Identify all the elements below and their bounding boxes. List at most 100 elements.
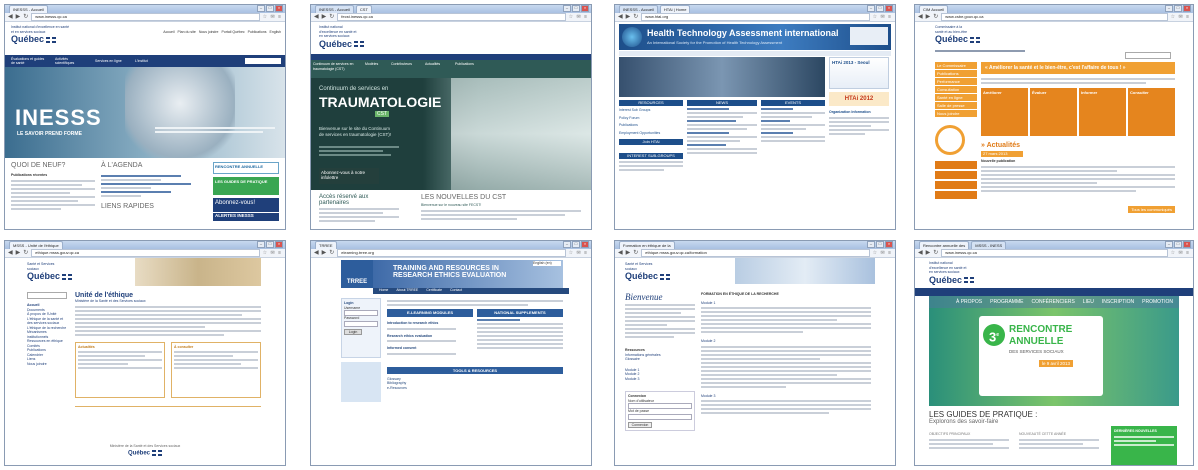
- resource-link[interactable]: Glossaire: [625, 357, 695, 362]
- browser-tab[interactable]: INESSS - Accueil: [619, 5, 658, 13]
- menu-item[interactable]: Continuum de services en traumatologie (…: [311, 60, 363, 78]
- login-pass-input[interactable]: [628, 413, 692, 420]
- maximize-icon[interactable]: □: [266, 5, 274, 12]
- menu-item[interactable]: Évaluations et guides de santé: [11, 57, 45, 66]
- side-button[interactable]: [935, 191, 977, 199]
- toolbar-icons[interactable]: ☆ ✉ ≡: [873, 14, 892, 20]
- menu-item[interactable]: Salle de presse: [935, 102, 977, 109]
- menu-item[interactable]: L'institut: [135, 59, 155, 64]
- nav-link[interactable]: Publications: [248, 30, 267, 35]
- nav-link[interactable]: About TRREE: [396, 288, 418, 294]
- module-link[interactable]: Informed consent: [387, 346, 473, 351]
- address-bar[interactable]: www.inesss.qc.ca: [941, 249, 1168, 257]
- nav-link[interactable]: LIEU: [1083, 299, 1094, 305]
- browser-tab[interactable]: TRREE: [315, 241, 337, 249]
- back-icon[interactable]: ◀: [8, 250, 13, 256]
- search-input[interactable]: [1125, 52, 1171, 59]
- resource-link[interactable]: Publications: [619, 123, 683, 128]
- browser-tab[interactable]: INESSS - Accueil: [315, 5, 354, 13]
- address-bar[interactable]: fecst.inesss.qc.ca: [337, 13, 566, 21]
- toolbar-icons[interactable]: ☆ ✉ ≡: [263, 14, 282, 20]
- maximize-icon[interactable]: □: [572, 241, 580, 248]
- forward-icon[interactable]: ▶: [626, 250, 631, 256]
- module-link[interactable]: Research ethics evaluation: [387, 334, 473, 339]
- back-icon[interactable]: ◀: [618, 250, 623, 256]
- news-item[interactable]: Nouvelle publication: [981, 159, 1175, 164]
- join-button[interactable]: Join HTAi: [619, 139, 683, 145]
- maximize-icon[interactable]: □: [572, 5, 580, 12]
- password-input[interactable]: [344, 320, 378, 327]
- minimize-icon[interactable]: –: [563, 241, 571, 248]
- close-icon[interactable]: ×: [1183, 5, 1191, 12]
- nav-link[interactable]: Contact: [450, 288, 462, 294]
- minimize-icon[interactable]: –: [867, 241, 875, 248]
- menu-item[interactable]: Services en ligne: [95, 59, 125, 64]
- nav-link[interactable]: Plan du site: [178, 30, 196, 35]
- promo-seoul[interactable]: HTAi 2013 - Seoul: [829, 57, 889, 89]
- close-icon[interactable]: ×: [885, 241, 893, 248]
- close-icon[interactable]: ×: [275, 5, 283, 12]
- promo-guides[interactable]: LES GUIDES DE PRATIQUE: [213, 177, 279, 195]
- back-icon[interactable]: ◀: [8, 14, 13, 20]
- browser-tab[interactable]: CIM Accueil: [919, 5, 949, 13]
- menu-item[interactable]: Activités scientifiques: [55, 57, 85, 66]
- menu-item[interactable]: Santé en ligne: [935, 94, 977, 101]
- toolbar-icons[interactable]: ☆ ✉ ≡: [873, 250, 892, 256]
- reload-icon[interactable]: ↻: [329, 250, 334, 256]
- resource-link[interactable]: Policy Forum: [619, 116, 683, 121]
- reload-icon[interactable]: ↻: [933, 14, 938, 20]
- address-bar[interactable]: www.inesss.qc.ca: [31, 13, 260, 21]
- address-bar[interactable]: www.htai.org: [641, 13, 870, 21]
- maximize-icon[interactable]: □: [266, 241, 274, 248]
- promo-year[interactable]: HTAi 2012: [829, 92, 889, 106]
- menu-item[interactable]: Performance: [935, 78, 977, 85]
- reload-icon[interactable]: ↻: [329, 14, 334, 20]
- module-link[interactable]: Introduction to research ethics: [387, 321, 473, 326]
- nav-link[interactable]: English: [270, 30, 281, 35]
- nav-link[interactable]: Nous joindre: [199, 30, 219, 35]
- nav-link[interactable]: Portail Québec: [221, 30, 244, 35]
- minimize-icon[interactable]: –: [1165, 5, 1173, 12]
- minimize-icon[interactable]: –: [257, 5, 265, 12]
- promo-subscribe[interactable]: Abonnez-vous!: [213, 198, 279, 212]
- feature-col[interactable]: Consulter: [1128, 88, 1175, 136]
- nav-link[interactable]: INSCRIPTION: [1102, 299, 1134, 305]
- all-news-link[interactable]: Tous les communiqués: [1128, 205, 1175, 213]
- browser-tab[interactable]: Rencontre annuelle des: [919, 241, 970, 249]
- menu-item[interactable]: Nous joindre: [935, 110, 977, 117]
- toolbar-icons[interactable]: ☆ ✉ ≡: [569, 14, 588, 20]
- menu-item[interactable]: Contributeurs: [389, 60, 423, 78]
- promo-alerts[interactable]: ALERTES INESSS: [213, 213, 279, 221]
- nav-link[interactable]: Accueil: [163, 30, 174, 35]
- forward-icon[interactable]: ▶: [322, 250, 327, 256]
- browser-tab[interactable]: HTAi | Home: [659, 5, 691, 13]
- reload-icon[interactable]: ↻: [633, 14, 638, 20]
- menu-item[interactable]: Consultation: [935, 86, 977, 93]
- address-bar[interactable]: www.csbe.gouv.qc.ca: [941, 13, 1168, 21]
- forward-icon[interactable]: ▶: [926, 250, 931, 256]
- side-button[interactable]: [935, 161, 977, 169]
- forward-icon[interactable]: ▶: [322, 14, 327, 20]
- back-icon[interactable]: ◀: [314, 250, 319, 256]
- address-bar[interactable]: ethique.msss.gouv.qc.ca: [31, 249, 260, 257]
- side-button[interactable]: [935, 181, 977, 189]
- forward-icon[interactable]: ▶: [926, 14, 931, 20]
- close-icon[interactable]: ×: [885, 5, 893, 12]
- nav-link[interactable]: PROMOTION: [1142, 299, 1173, 305]
- back-icon[interactable]: ◀: [918, 14, 923, 20]
- menu-item[interactable]: Modèles: [363, 60, 389, 78]
- reload-icon[interactable]: ↻: [23, 14, 28, 20]
- nav-link[interactable]: À PROPOS: [956, 299, 982, 305]
- menu-item[interactable]: Ressources en éthique: [27, 339, 67, 344]
- forward-icon[interactable]: ▶: [16, 14, 21, 20]
- login-box[interactable]: [850, 27, 888, 45]
- login-button[interactable]: Login: [344, 328, 362, 335]
- toolbar-icons[interactable]: ☆ ✉ ≡: [569, 250, 588, 256]
- toolbar-icons[interactable]: ☆ ✉ ≡: [1171, 250, 1190, 256]
- address-bar[interactable]: elearning.trree.org: [337, 249, 566, 257]
- maximize-icon[interactable]: □: [1174, 5, 1182, 12]
- side-button[interactable]: [935, 171, 977, 179]
- address-bar[interactable]: ethique.msss.gouv.qc.ca/formation: [641, 249, 870, 257]
- browser-tab[interactable]: CST: [355, 5, 372, 13]
- feature-col[interactable]: Améliorer: [981, 88, 1028, 136]
